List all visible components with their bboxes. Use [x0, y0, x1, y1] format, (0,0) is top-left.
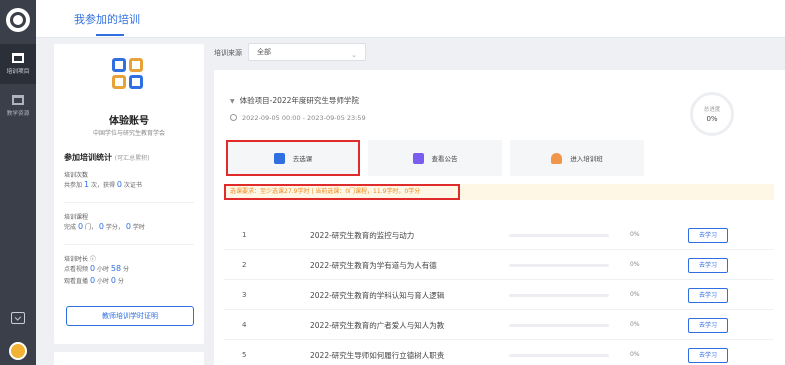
tab-my-trainings[interactable]: 我参加的培训	[74, 11, 140, 27]
course-progress-bar	[509, 354, 609, 357]
enter-class-button[interactable]: 进入培训班	[510, 140, 644, 176]
course-progress-percent: 0%	[630, 291, 640, 298]
total-progress-ring: 总进度 0%	[690, 92, 734, 136]
count-line: 共参加 1 次，获得 0 次证书	[64, 180, 142, 189]
course-progress-bar	[509, 294, 609, 297]
divider	[64, 244, 194, 245]
course-number: 5	[242, 351, 247, 359]
profile-name: 体验账号	[109, 116, 149, 127]
active-tab-indicator	[96, 34, 124, 36]
course-progress-bar	[509, 264, 609, 267]
stats-title: 参加培训统计 (可汇总累积)	[64, 153, 150, 162]
course-row: 4 2022-研究生教育的广者爱人与知人为教 0% 去学习	[224, 310, 774, 340]
project-title[interactable]: ▼ 体验项目-2022年度研究生导师学院	[230, 95, 359, 106]
course-number: 2	[242, 261, 247, 269]
avatar[interactable]	[9, 342, 27, 360]
secondary-card	[54, 352, 204, 365]
progress-label: 总进度	[703, 107, 721, 113]
select-course-button[interactable]: 去选课	[226, 140, 360, 176]
source-select[interactable]: 全部 ⌄	[248, 43, 366, 61]
course-number: 3	[242, 291, 247, 299]
filter-label: 培训来源	[214, 49, 242, 57]
flag-icon	[12, 53, 24, 63]
download-icon[interactable]	[11, 312, 25, 324]
course-label: 培训课程	[64, 214, 89, 221]
course-number: 1	[242, 231, 247, 239]
sidebar-item-training-projects[interactable]: 培训项目	[0, 44, 36, 84]
time-label: 培训时长 ⓘ	[64, 256, 96, 263]
course-progress-bar	[509, 324, 609, 327]
profile-org: 中国学位与研究生教育学会	[92, 130, 165, 137]
live-line: 观看直播 0 小时 0 分	[64, 276, 124, 285]
app-logo-icon[interactable]	[6, 8, 30, 32]
source-select-value: 全部	[257, 48, 271, 56]
course-row: 2 2022-研究生教育为学有道与为人有德 0% 去学习	[224, 250, 774, 280]
go-study-button[interactable]: 去学习	[688, 348, 728, 363]
course-row: 3 2022-研究生教育的学科认知与育人逻辑 0% 去学习	[224, 280, 774, 310]
course-row: 5 2022-研究生导师如何履行立德树人职责 0% 去学习	[224, 340, 774, 365]
course-title[interactable]: 2022-研究生导师如何履行立德树人职责	[310, 350, 444, 361]
training-project-panel: ▼ 体验项目-2022年度研究生导师学院 2022-09-05 00:00 - 2…	[214, 70, 785, 365]
course-number: 4	[242, 321, 247, 329]
book-icon	[12, 95, 24, 105]
profile-card: 体验账号 中国学位与研究生教育学会 参加培训统计 (可汇总累积) 培训次数 共参…	[54, 44, 204, 344]
class-enter-icon	[551, 152, 563, 164]
course-title[interactable]: 2022-研究生教育为学有道与为人有德	[310, 260, 437, 271]
divider	[64, 202, 194, 203]
go-study-button[interactable]: 去学习	[688, 258, 728, 273]
product-logo-icon	[112, 58, 146, 92]
sidebar-item-teaching-resources[interactable]: 教学资源	[0, 86, 36, 126]
course-title[interactable]: 2022-研究生教育的监控与动力	[310, 230, 414, 241]
notice-icon	[412, 152, 424, 164]
certificate-button[interactable]: 教师培训学时证明	[66, 306, 194, 326]
clock-icon	[230, 114, 237, 121]
course-progress-bar	[509, 234, 609, 237]
requirement-bar: 选课要求：至少选课27.9学时 | 当前选课：0门课程，11.9学时，0学分	[224, 184, 774, 200]
course-progress-percent: 0%	[630, 351, 640, 358]
course-select-icon	[273, 152, 285, 164]
left-rail: 培训项目 教学资源	[0, 0, 36, 365]
watch-line: 点看视频 0 小时 58 分	[64, 264, 130, 273]
go-study-button[interactable]: 去学习	[688, 228, 728, 243]
course-row: 1 2022-研究生教育的监控与动力 0% 去学习	[224, 220, 774, 250]
course-title[interactable]: 2022-研究生教育的广者爱人与知人为教	[310, 320, 444, 331]
go-study-button[interactable]: 去学习	[688, 288, 728, 303]
course-line: 完成 0 门， 0 学分， 0 学时	[64, 222, 145, 231]
sidebar-item-label: 教学资源	[6, 110, 30, 117]
progress-value: 0%	[706, 115, 718, 123]
count-label: 培训次数	[64, 172, 89, 179]
course-title[interactable]: 2022-研究生教育的学科认知与育人逻辑	[310, 290, 444, 301]
collapse-triangle-icon: ▼	[230, 98, 235, 105]
chevron-down-icon: ⌄	[351, 51, 357, 59]
course-progress-percent: 0%	[630, 231, 640, 238]
course-progress-percent: 0%	[630, 261, 640, 268]
course-progress-percent: 0%	[630, 321, 640, 328]
sidebar-item-label: 培训项目	[6, 68, 30, 75]
top-bar: 我参加的培训	[36, 0, 785, 38]
project-date: 2022-09-05 00:00 - 2023-09-05 23:59	[230, 114, 366, 122]
requirement-text: 选课要求：至少选课27.9学时 | 当前选课：0门课程，11.9学时，0学分	[224, 184, 460, 200]
go-study-button[interactable]: 去学习	[688, 318, 728, 333]
view-notice-button[interactable]: 查看公告	[368, 140, 502, 176]
